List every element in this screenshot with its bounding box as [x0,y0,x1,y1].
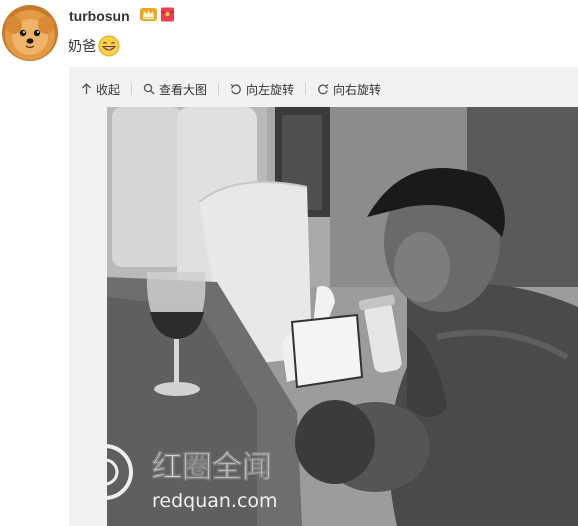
user-badges [140,7,175,22]
post-caption: 奶爸 [68,35,120,57]
caption-text: 奶爸 [68,38,96,54]
vip-crown-badge-icon[interactable] [140,7,157,22]
watermark-url: redquan.com [152,490,278,512]
dog-avatar-image [2,5,58,61]
rotate-right-button[interactable]: 向右旋转 [317,81,381,98]
rotate-left-label: 向左旋转 [246,82,295,97]
grin-emoji-icon [98,35,120,57]
view-large-label: 查看大图 [159,82,208,97]
collapse-icon [82,83,91,94]
user-avatar[interactable] [2,5,58,61]
weibo-post: turbosun 奶爸 收起 查看大图 向左旋转 向右旋转 红圈全闻 redqu… [0,0,578,526]
username[interactable]: turbosun [69,8,130,24]
toolbar-divider [305,83,307,95]
toolbar-divider [218,83,220,95]
watermark-brand: 红圈全闻 [152,450,272,485]
rotate-left-button[interactable]: 向左旋转 [230,81,294,98]
rotate-right-icon [318,84,329,95]
view-large-button[interactable]: 查看大图 [143,81,207,98]
magnifier-icon [143,83,155,95]
media-viewer: 收起 查看大图 向左旋转 向右旋转 红圈全闻 redquan.com [69,67,578,526]
father-feeding-baby-photo: 红圈全闻 redquan.com [107,107,578,526]
post-photo[interactable]: 红圈全闻 redquan.com [107,107,578,526]
collapse-label: 收起 [96,82,121,97]
red-envelope-badge-icon[interactable] [160,7,175,22]
rotate-right-label: 向右旋转 [333,82,382,97]
toolbar-divider [131,83,133,95]
media-toolbar: 收起 查看大图 向左旋转 向右旋转 [81,79,381,99]
collapse-button[interactable]: 收起 [81,81,120,98]
rotate-left-icon [230,84,241,95]
